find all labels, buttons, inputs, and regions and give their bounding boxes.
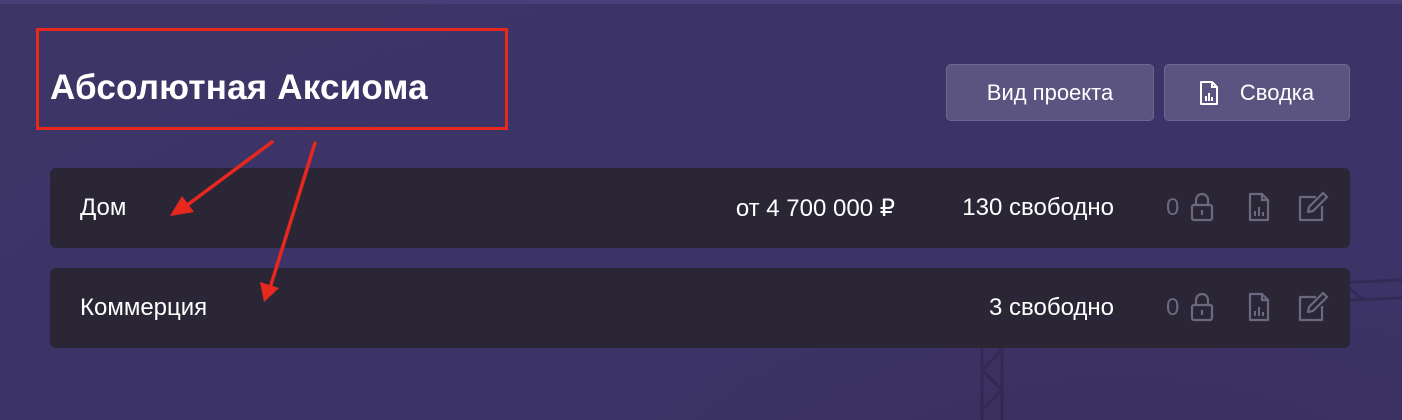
summary-button[interactable]: Сводка [1164,64,1350,121]
row-free-count: 3 свободно [988,294,1114,321]
row-locked-count: 0 [1166,294,1180,321]
edit-icon[interactable] [1294,190,1330,224]
row-name[interactable]: Дом [80,194,126,222]
page-title: Абсолютная Аксиома [50,68,428,107]
report-icon[interactable] [1246,190,1272,224]
lock-icon[interactable] [1188,190,1216,224]
row-name[interactable]: Коммерция [80,294,207,322]
list-item-dom[interactable]: Дом от 4 700 000 ₽ 130 свободно 0 [50,168,1350,248]
row-price: от 4 700 000 ₽ [735,195,895,222]
report-icon [1198,80,1220,106]
view-project-button[interactable]: Вид проекта [946,64,1154,121]
row-locked-count: 0 [1166,194,1180,221]
row-free-count: 130 свободно [962,194,1114,221]
lock-icon[interactable] [1188,290,1216,324]
top-border [0,0,1402,4]
view-project-label: Вид проекта [986,79,1114,105]
edit-icon[interactable] [1294,290,1330,324]
report-icon[interactable] [1246,290,1272,324]
list-item-kommertsiya[interactable]: Коммерция 3 свободно 0 [50,268,1350,348]
summary-label: Сводка [1239,79,1315,105]
